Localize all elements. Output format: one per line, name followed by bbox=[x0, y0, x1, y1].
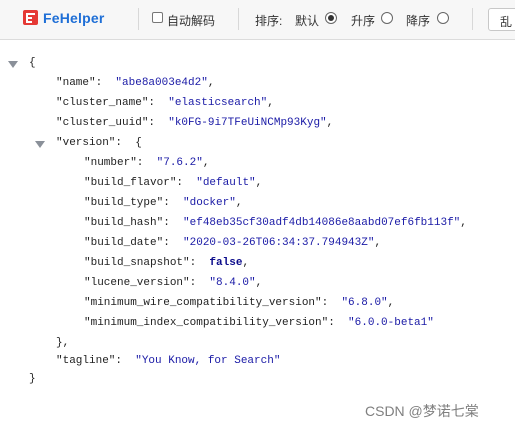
json-value: "6.0.0-beta1" bbox=[348, 317, 434, 329]
brand-title: FeHelper bbox=[43, 10, 105, 26]
sort-desc-label[interactable]: 降序 bbox=[406, 12, 430, 29]
json-row-cluster-uuid: "cluster_uuid": "k0FG-9i7TFeUiNCMp93Kyg"… bbox=[56, 117, 334, 129]
json-value: "default" bbox=[196, 177, 256, 189]
json-row-version: "version": { bbox=[56, 137, 142, 149]
brace-open: { bbox=[29, 57, 36, 69]
sort-asc-label[interactable]: 升序 bbox=[351, 12, 375, 29]
json-key: "minimum_index_compatibility_version": bbox=[84, 317, 335, 329]
json-row-cluster-name: "cluster_name": "elasticsearch", bbox=[56, 97, 274, 109]
json-row-min-index: "minimum_index_compatibility_version": "… bbox=[84, 317, 434, 329]
sort-asc-radio[interactable] bbox=[381, 12, 393, 24]
json-value: "2020-03-26T06:34:37.794943Z" bbox=[183, 237, 375, 249]
json-value: "elasticsearch" bbox=[168, 97, 268, 109]
json-key: "tagline": bbox=[56, 355, 123, 367]
sort-default-label[interactable]: 默认 bbox=[295, 12, 319, 29]
json-row-build-hash: "build_hash": "ef48eb35cf30adf4db14086e8… bbox=[84, 217, 467, 229]
collapse-version-icon[interactable] bbox=[35, 141, 45, 148]
json-key: "build_snapshot": bbox=[84, 257, 197, 269]
json-value: "abe8a003e4d2" bbox=[115, 77, 208, 89]
json-viewer: { "name": "abe8a003e4d2", "cluster_name"… bbox=[0, 40, 515, 427]
toolbar-divider bbox=[472, 8, 473, 30]
fehelper-logo-icon bbox=[23, 10, 38, 25]
json-key: "minimum_wire_compatibility_version": bbox=[84, 297, 329, 309]
toolbar-divider bbox=[138, 8, 139, 30]
brace-close-version: }, bbox=[56, 337, 70, 349]
json-value: "6.8.0" bbox=[341, 297, 388, 309]
json-row-build-snapshot: "build_snapshot": false, bbox=[84, 257, 250, 269]
json-key: "build_hash": bbox=[84, 217, 170, 229]
json-key: "cluster_uuid": bbox=[56, 117, 156, 129]
json-row-min-wire: "minimum_wire_compatibility_version": "6… bbox=[84, 297, 395, 309]
json-value: "docker" bbox=[183, 197, 236, 209]
json-row-build-flavor: "build_flavor": "default", bbox=[84, 177, 263, 189]
auto-decode-label[interactable]: 自动解码 bbox=[167, 12, 215, 29]
json-row-tagline: "tagline": "You Know, for Search" bbox=[56, 355, 280, 367]
json-value: "k0FG-9i7TFeUiNCMp93Kyg" bbox=[168, 117, 327, 129]
json-row-name: "name": "abe8a003e4d2", bbox=[56, 77, 215, 89]
json-key: "version": bbox=[56, 137, 123, 149]
collapse-root-icon[interactable] bbox=[8, 61, 18, 68]
json-row-lucene-version: "lucene_version": "8.4.0", bbox=[84, 277, 263, 289]
json-value: "8.4.0" bbox=[209, 277, 256, 289]
json-row-number: "number": "7.6.2", bbox=[84, 157, 210, 169]
more-button[interactable]: 乱 bbox=[488, 8, 515, 31]
sort-label: 排序: bbox=[255, 14, 283, 28]
json-value: false bbox=[209, 257, 243, 269]
json-key: "build_flavor": bbox=[84, 177, 184, 189]
watermark: CSDN @梦诺七棠 bbox=[365, 403, 479, 419]
json-value: "7.6.2" bbox=[156, 157, 203, 169]
json-key: "name": bbox=[56, 77, 103, 89]
json-row-build-type: "build_type": "docker", bbox=[84, 197, 243, 209]
auto-decode-checkbox[interactable] bbox=[152, 12, 163, 23]
toolbar-divider bbox=[238, 8, 239, 30]
json-key: "lucene_version": bbox=[84, 277, 197, 289]
json-row-build-date: "build_date": "2020-03-26T06:34:37.79494… bbox=[84, 237, 382, 249]
json-value: "ef48eb35cf30adf4db14086e8aabd07ef6fb113… bbox=[183, 217, 461, 229]
json-key: "cluster_name": bbox=[56, 97, 156, 109]
sort-default-radio[interactable] bbox=[325, 12, 337, 24]
json-key: "build_date": bbox=[84, 237, 170, 249]
json-value: "You Know, for Search" bbox=[135, 355, 281, 367]
brace-close: } bbox=[29, 373, 36, 385]
json-key: "number": bbox=[84, 157, 144, 169]
json-key: "build_type": bbox=[84, 197, 170, 209]
toolbar: FeHelper 自动解码 排序: 默认 升序 降序 乱 bbox=[0, 0, 515, 40]
sort-desc-radio[interactable] bbox=[437, 12, 449, 24]
